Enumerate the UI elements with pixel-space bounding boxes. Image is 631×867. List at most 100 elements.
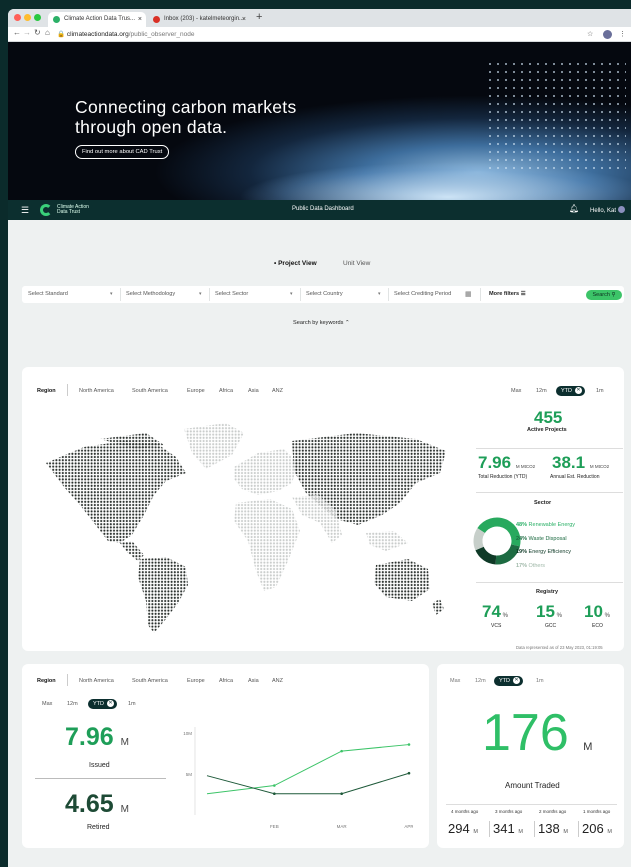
- donut-slice-waste-disposal[interactable]: [495, 543, 520, 565]
- donut-slice-others[interactable]: [473, 528, 486, 551]
- map-europe[interactable]: [234, 449, 298, 495]
- filter-lines-icon: ☰: [520, 291, 526, 297]
- back-icon[interactable]: ←: [13, 28, 21, 37]
- period-max[interactable]: Max: [511, 388, 521, 394]
- sector-name: Others: [528, 562, 546, 569]
- sector-renewable-energy[interactable]: 48% Renewable Energy: [516, 519, 575, 533]
- sector-others[interactable]: 17% Others: [516, 560, 575, 574]
- tab-bar: Climate Action Data Trus... × Inbox (203…: [8, 9, 631, 27]
- map-australia[interactable]: [374, 559, 430, 601]
- crediting-period-select[interactable]: Select Crediting Period: [394, 291, 451, 297]
- bookmark-star-icon[interactable]: ☆: [587, 30, 593, 38]
- period-1m[interactable]: 1m: [128, 701, 136, 707]
- find-out-more-button[interactable]: Find out more about CAD Trust: [75, 145, 170, 159]
- series-point[interactable]: [407, 743, 411, 746]
- map-greenland[interactable]: [184, 423, 244, 469]
- sector-pct: 48%: [516, 522, 528, 528]
- map-south-america[interactable]: [138, 557, 188, 633]
- period-1m[interactable]: 1m: [596, 388, 604, 394]
- world-dot-map[interactable]: [36, 411, 456, 633]
- history-value: 341: [493, 821, 515, 836]
- region-tab-south-america[interactable]: South America: [132, 388, 168, 394]
- period-ytd-selected[interactable]: YTD ✕: [88, 699, 117, 709]
- search-button[interactable]: Search ⚲: [586, 290, 622, 300]
- calendar-icon[interactable]: ▦: [465, 290, 472, 298]
- new-tab-button[interactable]: +: [256, 11, 262, 23]
- forward-icon[interactable]: →: [23, 28, 31, 37]
- registry-unit: %: [502, 613, 508, 619]
- region-tab-africa[interactable]: Africa: [219, 388, 233, 394]
- sector-donut-chart[interactable]: [472, 516, 522, 566]
- tab-inbox[interactable]: Inbox (203) - katelmeteorgin... ×: [148, 12, 250, 27]
- profile-avatar[interactable]: [603, 30, 612, 39]
- sector-select[interactable]: Select Sector: [215, 291, 248, 297]
- tab-climate-action[interactable]: Climate Action Data Trus... ×: [48, 12, 146, 27]
- region-tab-europe[interactable]: Europe: [187, 678, 205, 684]
- region-tab-asia[interactable]: Asia: [248, 388, 259, 394]
- more-filters-button[interactable]: More filters ☰: [489, 291, 526, 297]
- hamburger-menu-icon[interactable]: ☰: [21, 205, 29, 216]
- region-tab-north-america[interactable]: North America: [79, 388, 114, 394]
- period-12m[interactable]: 12m: [536, 388, 547, 394]
- country-select[interactable]: Select Country: [306, 291, 343, 297]
- map-central-america[interactable]: [120, 541, 144, 561]
- maximize-window-icon[interactable]: [34, 14, 41, 21]
- user-menu[interactable]: Hello, Kat: [590, 206, 625, 214]
- tab-title: Inbox (203) - katelmeteorgin...: [164, 16, 245, 22]
- region-tab-anz[interactable]: ANZ: [272, 678, 283, 684]
- clear-icon[interactable]: ✕: [107, 700, 114, 707]
- map-north-america[interactable]: [46, 441, 186, 543]
- region-tab-anz[interactable]: ANZ: [272, 388, 283, 394]
- hero-title: Connecting carbon markets through open d…: [75, 97, 375, 137]
- issued-retired-line-chart[interactable]: 10M 5M FEB MAR APR: [173, 723, 413, 833]
- period-12m[interactable]: 12m: [67, 701, 78, 707]
- period-12m[interactable]: 12m: [475, 678, 486, 684]
- cad-trust-logo[interactable]: [40, 204, 52, 216]
- region-tab-asia[interactable]: Asia: [248, 678, 259, 684]
- notification-bell-icon[interactable]: 🔔︎: [569, 204, 579, 213]
- series-point[interactable]: [340, 749, 343, 753]
- home-icon[interactable]: ⌂: [45, 28, 50, 37]
- reload-icon[interactable]: ↻: [34, 28, 41, 37]
- tab-project-view[interactable]: • Project View: [274, 260, 317, 267]
- brand-line2: Data Trust: [57, 209, 81, 215]
- close-tab-icon[interactable]: ×: [242, 12, 246, 27]
- registry-value: 15: [536, 602, 555, 621]
- search-by-keywords-toggle[interactable]: Search by keywords ⌃: [293, 320, 350, 326]
- clear-icon[interactable]: ✕: [513, 677, 520, 684]
- series-point[interactable]: [273, 784, 276, 787]
- period-1m[interactable]: 1m: [536, 678, 544, 684]
- period-ytd-selected[interactable]: YTD ✕: [494, 676, 523, 686]
- region-tab-europe[interactable]: Europe: [187, 388, 205, 394]
- region-label: Region: [37, 678, 56, 684]
- series-point[interactable]: [407, 771, 411, 775]
- close-tab-icon[interactable]: ×: [138, 12, 142, 27]
- map-new-zealand[interactable]: [432, 599, 444, 615]
- sector-waste-disposal[interactable]: 24% Waste Disposal: [516, 533, 575, 547]
- series-point[interactable]: [273, 792, 276, 796]
- standard-select[interactable]: Select Standard: [28, 291, 68, 297]
- hero-title-line1: Connecting carbon markets: [75, 97, 297, 117]
- donut-slice-renewable-energy[interactable]: [477, 517, 521, 547]
- minimize-window-icon[interactable]: [24, 14, 31, 21]
- series-point[interactable]: [340, 792, 343, 796]
- history-unit: M: [473, 829, 478, 835]
- sector-energy-efficiency[interactable]: 19% Energy Efficiency: [516, 546, 575, 560]
- map-africa[interactable]: [234, 499, 300, 591]
- clear-icon[interactable]: ✕: [575, 387, 582, 394]
- close-window-icon[interactable]: [14, 14, 21, 21]
- period-ytd-selected[interactable]: YTD ✕: [556, 386, 585, 396]
- period-max[interactable]: Max: [42, 701, 52, 707]
- map-southeast-asia[interactable]: [366, 531, 408, 551]
- period-max[interactable]: Max: [450, 678, 460, 684]
- region-tab-south-america[interactable]: South America: [132, 678, 168, 684]
- region-tab-africa[interactable]: Africa: [219, 678, 233, 684]
- tab-unit-view[interactable]: Unit View: [343, 260, 370, 267]
- browser-menu-icon[interactable]: ⋮: [619, 30, 626, 38]
- sector-pct: 24%: [516, 535, 528, 542]
- gmail-favicon-icon: [153, 16, 160, 23]
- url-field[interactable]: 🔒 climateactiondata.org/public_observer_…: [57, 30, 194, 38]
- methodology-select[interactable]: Select Methodology: [126, 291, 175, 297]
- donut-slice-energy-efficiency[interactable]: [475, 546, 497, 565]
- region-tab-north-america[interactable]: North America: [79, 678, 114, 684]
